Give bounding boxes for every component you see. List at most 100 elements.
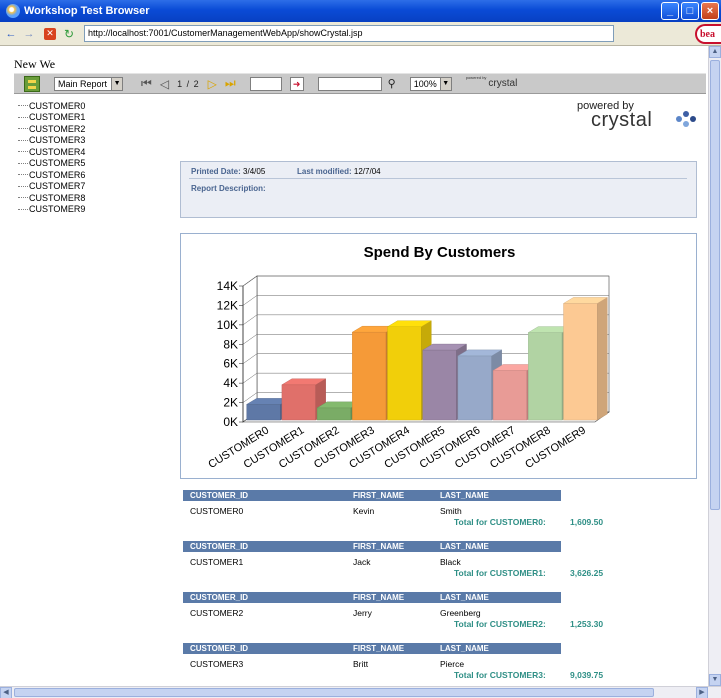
crystal-small-word: crystal (488, 78, 518, 89)
info-divider (189, 178, 687, 179)
report-toolbar: Main Report ▼ ⏮ ◁ 1 / 2 ▷ ⏭ ➜ ⚲ 100% ▼ p… (14, 73, 706, 94)
last-modified-label: Last modified: (297, 167, 352, 176)
powered-by-crystal-badge[interactable]: powered by crystal (465, 75, 518, 89)
logo-dot (676, 116, 682, 122)
title-bar: Workshop Test Browser _ □ × (0, 0, 721, 22)
y-tick-label: 10K (217, 318, 238, 332)
tree-item[interactable]: CUSTOMER8 (18, 192, 85, 204)
tree-item-label[interactable]: CUSTOMER4 (29, 147, 85, 157)
bar-side (597, 297, 608, 421)
cell-last-name: Greenberg (440, 608, 481, 618)
tree-item[interactable]: CUSTOMER5 (18, 158, 85, 170)
header-last-name: LAST_NAME (440, 644, 489, 653)
powered-by-small-text: powered by (465, 75, 487, 80)
tree-item-label[interactable]: CUSTOMER2 (29, 124, 85, 134)
y-tick-label: 12K (217, 298, 238, 312)
table-row: CUSTOMER1 Jack Black (183, 556, 561, 568)
header-last-name: LAST_NAME (440, 593, 489, 602)
tree-item[interactable]: CUSTOMER6 (18, 169, 85, 181)
forward-button[interactable]: → (22, 27, 36, 41)
table-row: CUSTOMER0 Kevin Smith (183, 505, 561, 517)
printed-date-label: Printed Date: (191, 167, 241, 176)
zoom-select-value: 100% (413, 78, 437, 89)
group-tree-toggle-icon[interactable] (24, 75, 40, 92)
report-select[interactable]: Main Report ▼ (54, 76, 124, 91)
tree-connector (18, 105, 28, 107)
search-binoculars-icon[interactable]: ⚲ (388, 77, 396, 90)
table-header: CUSTOMER_ID FIRST_NAME LAST_NAME (183, 643, 561, 654)
group-total-row: Total for CUSTOMER0: 1,609.50 (183, 517, 603, 529)
tree-item-label[interactable]: CUSTOMER0 (29, 101, 85, 111)
previous-page-button[interactable]: ◁ (160, 77, 169, 91)
tree-connector (18, 139, 28, 141)
page-heading: New We (14, 57, 56, 71)
customer-group: CUSTOMER_ID FIRST_NAME LAST_NAME CUSTOMER1 J… (183, 541, 603, 580)
bar-front (246, 404, 281, 421)
y-tick-label: 0K (223, 415, 238, 429)
y-tick-label: 6K (223, 357, 238, 371)
goto-page-button[interactable]: ➜ (289, 76, 304, 91)
bar-front (422, 349, 457, 421)
goto-page-input[interactable] (249, 76, 282, 91)
close-button[interactable]: × (701, 2, 719, 20)
minimize-button[interactable]: _ (661, 2, 679, 20)
page-indicator: 1 / 2 (177, 78, 200, 89)
first-page-button[interactable]: ⏮ (141, 76, 152, 91)
vertical-scrollbar[interactable]: ▲ ▼ (708, 46, 721, 686)
group-total-label: Total for CUSTOMER2: (454, 619, 546, 629)
tree-item-label[interactable]: CUSTOMER9 (29, 204, 85, 214)
header-last-name: LAST_NAME (440, 491, 489, 500)
y-tick-label: 2K (223, 396, 238, 410)
group-total-value: 3,626.25 (570, 568, 604, 578)
bar-front (352, 331, 387, 421)
tree-item-label[interactable]: CUSTOMER3 (29, 135, 85, 145)
last-modified-value: 12/7/04 (353, 167, 381, 176)
tree-item[interactable]: CUSTOMER2 (18, 123, 85, 135)
bar-front (316, 407, 352, 421)
header-customer-id: CUSTOMER_ID (190, 542, 249, 551)
horizontal-scrollbar[interactable]: ◀ ▶ (0, 686, 721, 698)
tree-item[interactable]: CUSTOMER1 (18, 112, 85, 124)
horizontal-scroll-thumb[interactable] (14, 688, 654, 697)
tree-item[interactable]: CUSTOMER0 (18, 100, 85, 112)
group-total-row: Total for CUSTOMER3: 9,039.75 (183, 670, 603, 682)
tree-item[interactable]: CUSTOMER7 (18, 181, 85, 193)
vertical-scroll-thumb[interactable] (710, 60, 720, 510)
search-text-input[interactable] (317, 76, 382, 91)
tree-item-label[interactable]: CUSTOMER8 (29, 193, 85, 203)
table-row: CUSTOMER3 Britt Pierce (183, 658, 561, 670)
customer-group: CUSTOMER_ID FIRST_NAME LAST_NAME CUSTOMER0 K… (183, 490, 603, 529)
scroll-left-arrow[interactable]: ◀ (0, 687, 12, 698)
maximize-button[interactable]: □ (681, 2, 699, 20)
stop-button[interactable]: ✕ (44, 27, 56, 40)
scroll-up-arrow[interactable]: ▲ (709, 46, 721, 58)
cell-last-name: Pierce (440, 659, 465, 669)
zoom-select[interactable]: 100% ▼ (409, 76, 452, 91)
tree-item-label[interactable]: CUSTOMER5 (29, 158, 85, 168)
header-first-name: FIRST_NAME (353, 644, 405, 653)
tree-item-label[interactable]: CUSTOMER1 (29, 112, 85, 122)
tree-item-label[interactable]: CUSTOMER6 (29, 170, 85, 180)
cell-first-name: Britt (353, 659, 369, 669)
tree-item-label[interactable]: CUSTOMER7 (29, 181, 85, 191)
tree-item[interactable]: CUSTOMER3 (18, 135, 85, 147)
tree-item[interactable]: CUSTOMER9 (18, 204, 85, 216)
tree-connector (18, 116, 28, 118)
back-button[interactable]: ← (4, 27, 18, 41)
cell-customer-id: CUSTOMER3 (190, 659, 244, 669)
window-title: Workshop Test Browser (24, 5, 150, 17)
tree-item[interactable]: CUSTOMER4 (18, 146, 85, 158)
cell-first-name: Kevin (353, 506, 375, 516)
group-total-value: 1,253.30 (570, 619, 604, 629)
cell-customer-id: CUSTOMER2 (190, 608, 244, 618)
next-page-button[interactable]: ▷ (208, 77, 217, 91)
scroll-right-arrow[interactable]: ▶ (696, 687, 708, 698)
refresh-button[interactable]: ↻ (62, 27, 76, 41)
address-input[interactable]: http://localhost:7001/CustomerManagement… (84, 25, 614, 42)
last-page-button[interactable]: ⏭ (225, 76, 236, 91)
bea-logo: bea (695, 24, 721, 44)
scroll-down-arrow[interactable]: ▼ (709, 674, 721, 686)
last-modified: Last modified: 12/7/04 (297, 167, 381, 176)
bar-front (387, 326, 422, 421)
header-last-name: LAST_NAME (440, 542, 489, 551)
